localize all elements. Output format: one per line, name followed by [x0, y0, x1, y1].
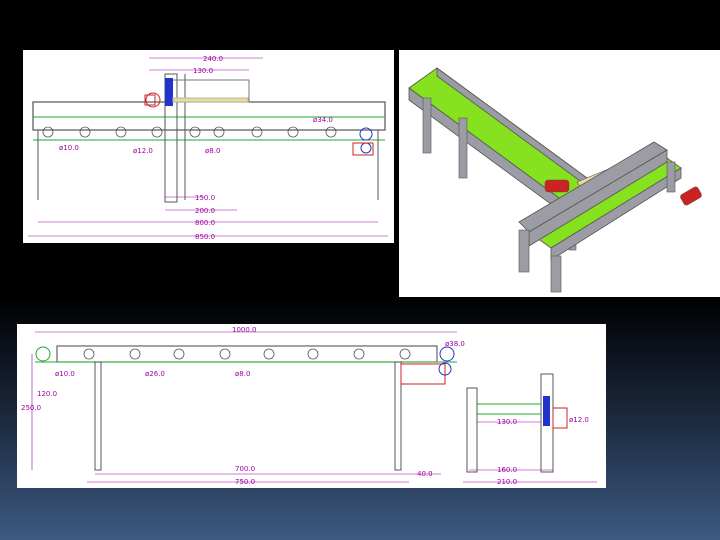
dim-label: 40.0 — [417, 470, 433, 478]
dim-label: ø38.0 — [445, 340, 465, 348]
dim-label: 150.0 — [195, 194, 215, 202]
dim-label: ø8.0 — [205, 147, 220, 155]
front-view-drawing: 1000.0 ø38.0 ø10.0 ø26.0 ø8.0 120.0 250.… — [17, 324, 606, 488]
dim-label: 800.0 — [195, 219, 215, 227]
dim-label: 130.0 — [497, 418, 517, 426]
side-view-drawing: 240.0 130.0 ø34.0 ø10.0 ø12.0 ø8.0 150.0… — [23, 50, 394, 243]
dim-label: ø10.0 — [59, 144, 79, 152]
dim-label: 850.0 — [195, 233, 215, 241]
dim-label: ø8.0 — [235, 370, 250, 378]
dim-label: ø12.0 — [569, 416, 589, 424]
dim-label: 160.0 — [497, 466, 517, 474]
dim-label: 750.0 — [235, 478, 255, 486]
dim-label: ø10.0 — [55, 370, 75, 378]
dim-label: 120.0 — [37, 390, 57, 398]
dim-label: 240.0 — [203, 55, 223, 63]
dim-label: 210.0 — [497, 478, 517, 486]
dim-label: ø26.0 — [145, 370, 165, 378]
dim-label: 1000.0 — [232, 326, 257, 334]
dim-label: 700.0 — [235, 465, 255, 473]
dim-label: ø34.0 — [313, 116, 333, 124]
dim-label: ø12.0 — [133, 147, 153, 155]
dim-label: 250.0 — [21, 404, 41, 412]
conveyor-3d-render — [399, 50, 720, 297]
dim-label: 200.0 — [195, 207, 215, 215]
dim-label: 130.0 — [193, 67, 213, 75]
